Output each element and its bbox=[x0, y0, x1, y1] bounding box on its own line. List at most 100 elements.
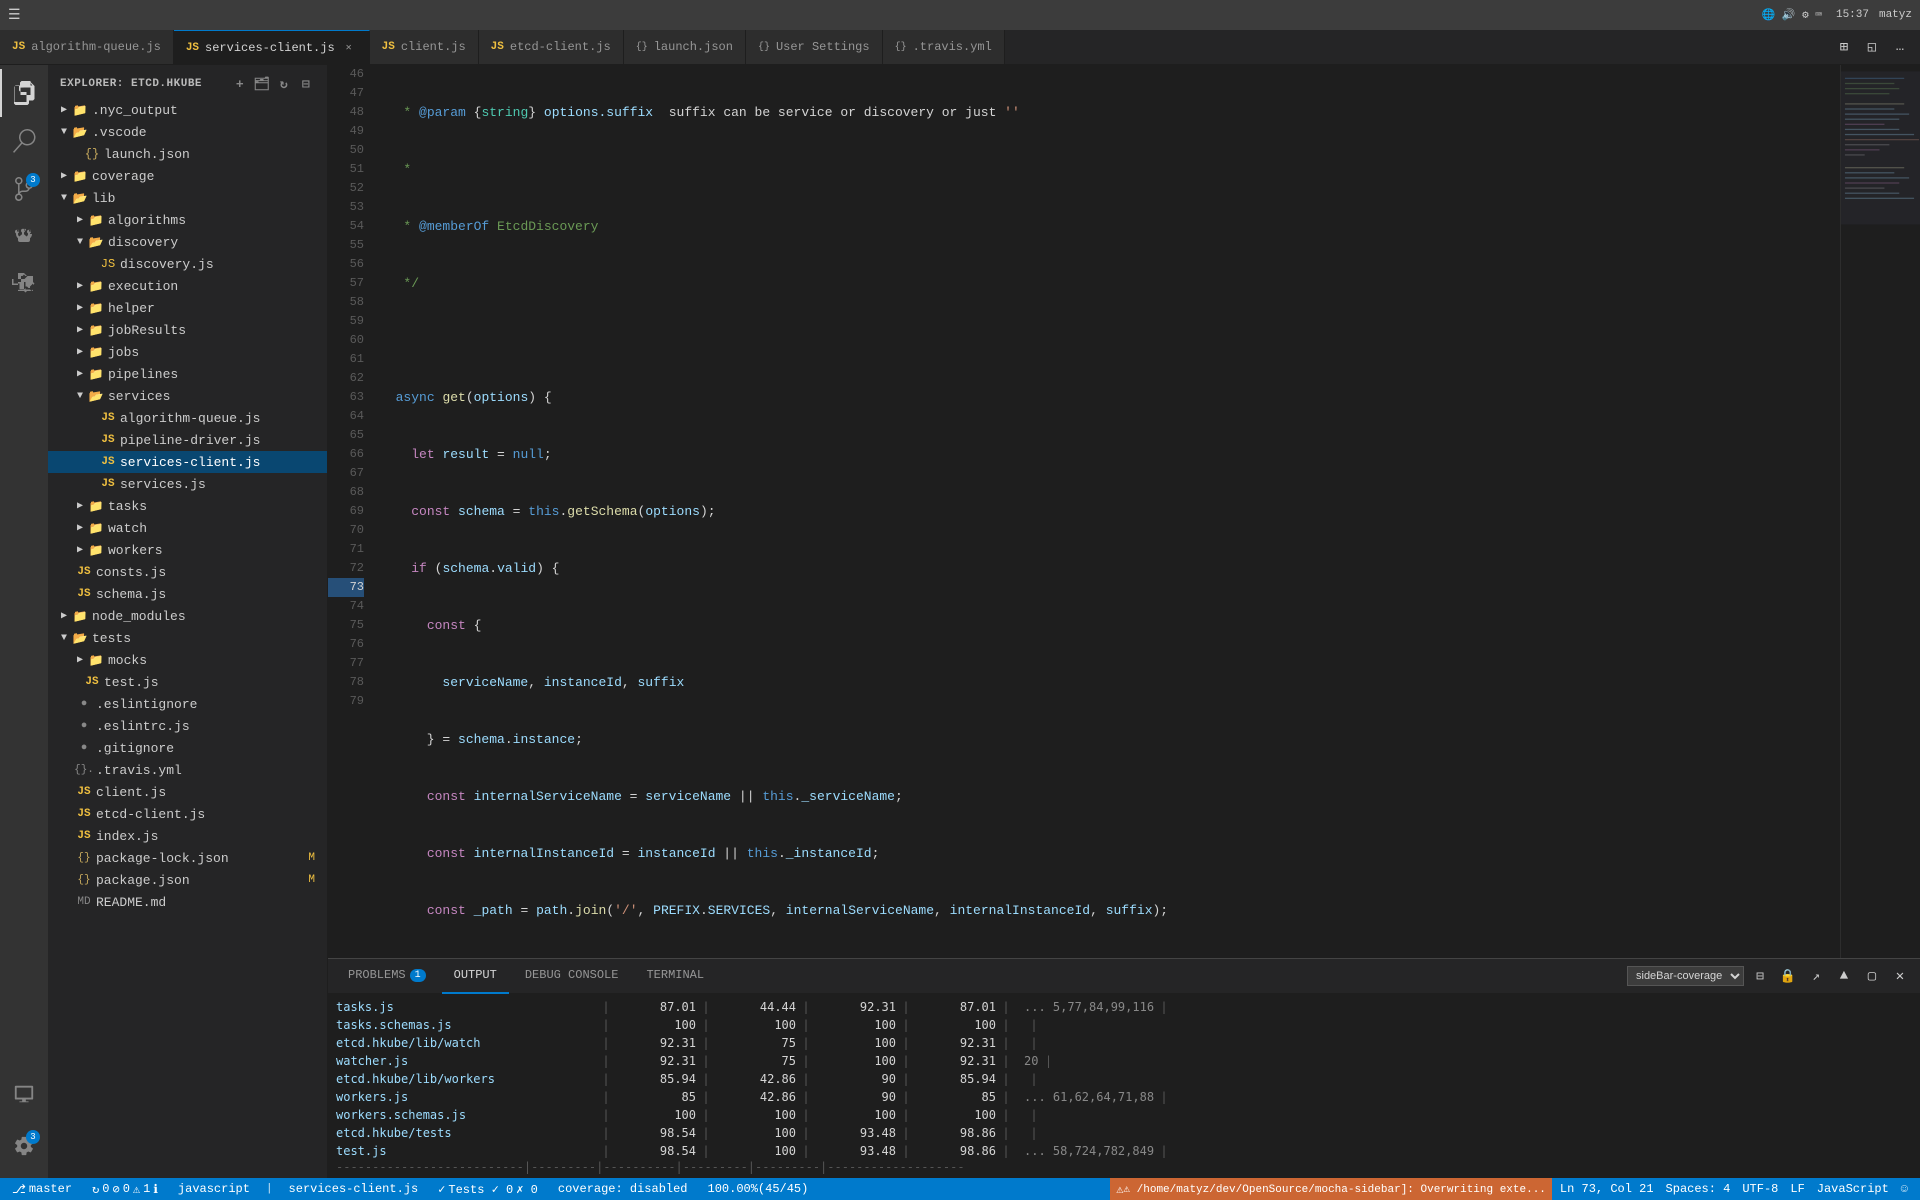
sidebar-item-coverage[interactable]: ▶ 📁 coverage bbox=[48, 165, 327, 187]
code-body[interactable]: * @param {string} options.suffix suffix … bbox=[372, 65, 1840, 958]
sidebar-item-package-json[interactable]: {} package.json M bbox=[48, 869, 327, 891]
tab-label-algorithm-queue: algorithm-queue.js bbox=[31, 40, 161, 54]
status-bar-right: ⚠ ⚠ /home/matyz/dev/OpenSource/mocha-sid… bbox=[1110, 1178, 1912, 1200]
coverage-status[interactable]: coverage: disabled bbox=[554, 1182, 692, 1196]
sidebar-item-readme-md[interactable]: MD README.md bbox=[48, 891, 327, 913]
sidebar-item-discovery-js[interactable]: JS discovery.js bbox=[48, 253, 327, 275]
language-mode-status[interactable]: JavaScript bbox=[1813, 1182, 1893, 1196]
coverage-source-select[interactable]: sideBar-coverage bbox=[1627, 966, 1744, 986]
new-file-button[interactable]: + bbox=[231, 75, 249, 93]
activity-scm[interactable]: 3 bbox=[0, 165, 48, 213]
sidebar-item-launch-json[interactable]: {} launch.json bbox=[48, 143, 327, 165]
cursor-position[interactable]: Ln 73, Col 21 bbox=[1556, 1182, 1658, 1196]
sidebar-label-algorithms: algorithms bbox=[108, 213, 319, 228]
sidebar-item-schema-js[interactable]: JS schema.js bbox=[48, 583, 327, 605]
tab-client[interactable]: JS client.js bbox=[370, 30, 479, 64]
panel-max-button[interactable]: ▢ bbox=[1860, 964, 1884, 988]
sidebar-item-services-client-js[interactable]: JS services-client.js bbox=[48, 451, 327, 473]
sidebar-item-job-results[interactable]: ▶ 📁 jobResults bbox=[48, 319, 327, 341]
top-bar-right: 🌐 🔊 ⚙ ⌨ 15:37 matyz bbox=[1762, 8, 1912, 22]
sidebar-item-etcd-client-js[interactable]: JS etcd-client.js bbox=[48, 803, 327, 825]
file-status[interactable]: services-client.js bbox=[285, 1182, 423, 1196]
sidebar-item-lib[interactable]: ▼ 📂 lib bbox=[48, 187, 327, 209]
json-file-icon: {} bbox=[84, 146, 100, 162]
sidebar-item-discovery[interactable]: ▼ 📂 discovery bbox=[48, 231, 327, 253]
sidebar-item-travis-yml[interactable]: {}. .travis.yml bbox=[48, 759, 327, 781]
sidebar-item-node-modules[interactable]: ▶ 📁 node_modules bbox=[48, 605, 327, 627]
chevron-right-icon: ▶ bbox=[72, 498, 88, 514]
activity-debug[interactable] bbox=[0, 213, 48, 261]
tab-etcd-client[interactable]: JS etcd-client.js bbox=[479, 30, 624, 64]
sidebar-item-package-lock-json[interactable]: {} package-lock.json M bbox=[48, 847, 327, 869]
activity-monitor[interactable] bbox=[0, 1070, 48, 1118]
clear-output-button[interactable]: ⊟ bbox=[1748, 964, 1772, 988]
panel-tab-debug-console[interactable]: DEBUG CONSOLE bbox=[513, 959, 631, 994]
tab-close-services-client[interactable]: ✕ bbox=[341, 40, 357, 56]
split-editor-button[interactable]: ⊞ bbox=[1832, 35, 1856, 59]
sidebar-item-tests[interactable]: ▼ 📂 tests bbox=[48, 627, 327, 649]
sidebar-item-mocks[interactable]: ▶ 📁 mocks bbox=[48, 649, 327, 671]
line-endings-status[interactable]: LF bbox=[1786, 1182, 1808, 1196]
sidebar-item-index-js[interactable]: JS index.js bbox=[48, 825, 327, 847]
tests-status[interactable]: ✓ Tests ✓ 0 ✗ 0 bbox=[434, 1182, 542, 1197]
app-menu-icon[interactable]: ☰ bbox=[8, 7, 24, 23]
panel-tab-terminal[interactable]: TERMINAL bbox=[634, 959, 716, 994]
activity-search[interactable] bbox=[0, 117, 48, 165]
sidebar-item-algorithms[interactable]: ▶ 📁 algorithms bbox=[48, 209, 327, 231]
more-actions-button[interactable]: … bbox=[1888, 35, 1912, 59]
tab-services-client[interactable]: JS services-client.js ✕ bbox=[174, 30, 370, 64]
collapse-all-button[interactable]: ⊟ bbox=[297, 75, 315, 93]
sidebar-item-test-js[interactable]: JS test.js bbox=[48, 671, 327, 693]
scm-badge: 3 bbox=[26, 173, 40, 187]
warning-message[interactable]: ⚠ ⚠ /home/matyz/dev/OpenSource/mocha-sid… bbox=[1110, 1178, 1552, 1200]
activity-extensions[interactable] bbox=[0, 261, 48, 309]
sidebar-item-execution[interactable]: ▶ 📁 execution bbox=[48, 275, 327, 297]
sidebar-item-tasks[interactable]: ▶ 📁 tasks bbox=[48, 495, 327, 517]
git-branch-status[interactable]: ⎇ master bbox=[8, 1182, 76, 1197]
tab-launch-json[interactable]: {} launch.json bbox=[624, 30, 746, 64]
sidebar-item-algorithm-queue-js[interactable]: JS algorithm-queue.js bbox=[48, 407, 327, 429]
minimap[interactable] bbox=[1840, 65, 1920, 958]
sidebar-item-eslintignore[interactable]: ● .eslintignore bbox=[48, 693, 327, 715]
tab-algorithm-queue[interactable]: JS algorithm-queue.js bbox=[0, 30, 174, 64]
open-editor-button[interactable]: ↗ bbox=[1804, 964, 1828, 988]
sidebar-item-pipelines[interactable]: ▶ 📁 pipelines bbox=[48, 363, 327, 385]
folder-open-icon: 📂 bbox=[88, 388, 104, 404]
sidebar-item-consts-js[interactable]: JS consts.js bbox=[48, 561, 327, 583]
sidebar-item-nyc-output[interactable]: ▶ 📁 .nyc_output bbox=[48, 99, 327, 121]
panel-tab-output[interactable]: OUTPUT bbox=[442, 959, 509, 994]
feedback-button[interactable]: ☺ bbox=[1897, 1182, 1912, 1196]
coverage-pct-status[interactable]: 100.00%(45/45) bbox=[704, 1182, 813, 1196]
sidebar-item-vscode[interactable]: ▼ 📂 .vscode bbox=[48, 121, 327, 143]
sidebar-item-services[interactable]: ▼ 📂 services bbox=[48, 385, 327, 407]
sync-status[interactable]: ↻ 0 ⊘ 0 ⚠ 1 ℹ bbox=[88, 1182, 162, 1197]
sidebar-item-pipeline-driver-js[interactable]: JS pipeline-driver.js bbox=[48, 429, 327, 451]
activity-settings[interactable]: 3 bbox=[0, 1122, 48, 1170]
sidebar-item-watch[interactable]: ▶ 📁 watch bbox=[48, 517, 327, 539]
sidebar-item-jobs[interactable]: ▶ 📁 jobs bbox=[48, 341, 327, 363]
language-status[interactable]: javascript bbox=[174, 1182, 254, 1196]
sidebar-item-eslintrc[interactable]: ● .eslintrc.js bbox=[48, 715, 327, 737]
new-folder-button[interactable]: 🗂 bbox=[253, 75, 271, 93]
panel-close-button[interactable]: ✕ bbox=[1888, 964, 1912, 988]
tab-user-settings[interactable]: {} User Settings bbox=[746, 30, 883, 64]
lock-output-button[interactable]: 🔒 bbox=[1776, 964, 1800, 988]
spaces-setting[interactable]: Spaces: 4 bbox=[1662, 1182, 1735, 1196]
panel-tab-problems[interactable]: PROBLEMS 1 bbox=[336, 959, 438, 994]
sidebar-item-helper[interactable]: ▶ 📁 helper bbox=[48, 297, 327, 319]
editor-layout-button[interactable]: ◱ bbox=[1860, 35, 1884, 59]
folder-icon: 📁 bbox=[72, 102, 88, 118]
tab-travis-yml[interactable]: {} .travis.yml bbox=[883, 30, 1005, 64]
activity-explorer[interactable] bbox=[0, 69, 48, 117]
refresh-button[interactable]: ↻ bbox=[275, 75, 293, 93]
sidebar-label-services-js: services.js bbox=[120, 477, 319, 492]
panel-up-button[interactable]: ▲ bbox=[1832, 964, 1856, 988]
sidebar-item-workers[interactable]: ▶ 📁 workers bbox=[48, 539, 327, 561]
js-icon: JS bbox=[491, 41, 504, 53]
sidebar-item-gitignore[interactable]: ● .gitignore bbox=[48, 737, 327, 759]
js-file-icon: JS bbox=[84, 674, 100, 690]
sidebar-item-client-js[interactable]: JS client.js bbox=[48, 781, 327, 803]
encoding-status[interactable]: UTF-8 bbox=[1738, 1182, 1782, 1196]
code-container[interactable]: 46 47 48 49 50 51 52 53 54 55 56 57 58 5… bbox=[328, 65, 1920, 958]
sidebar-item-services-js[interactable]: JS services.js bbox=[48, 473, 327, 495]
